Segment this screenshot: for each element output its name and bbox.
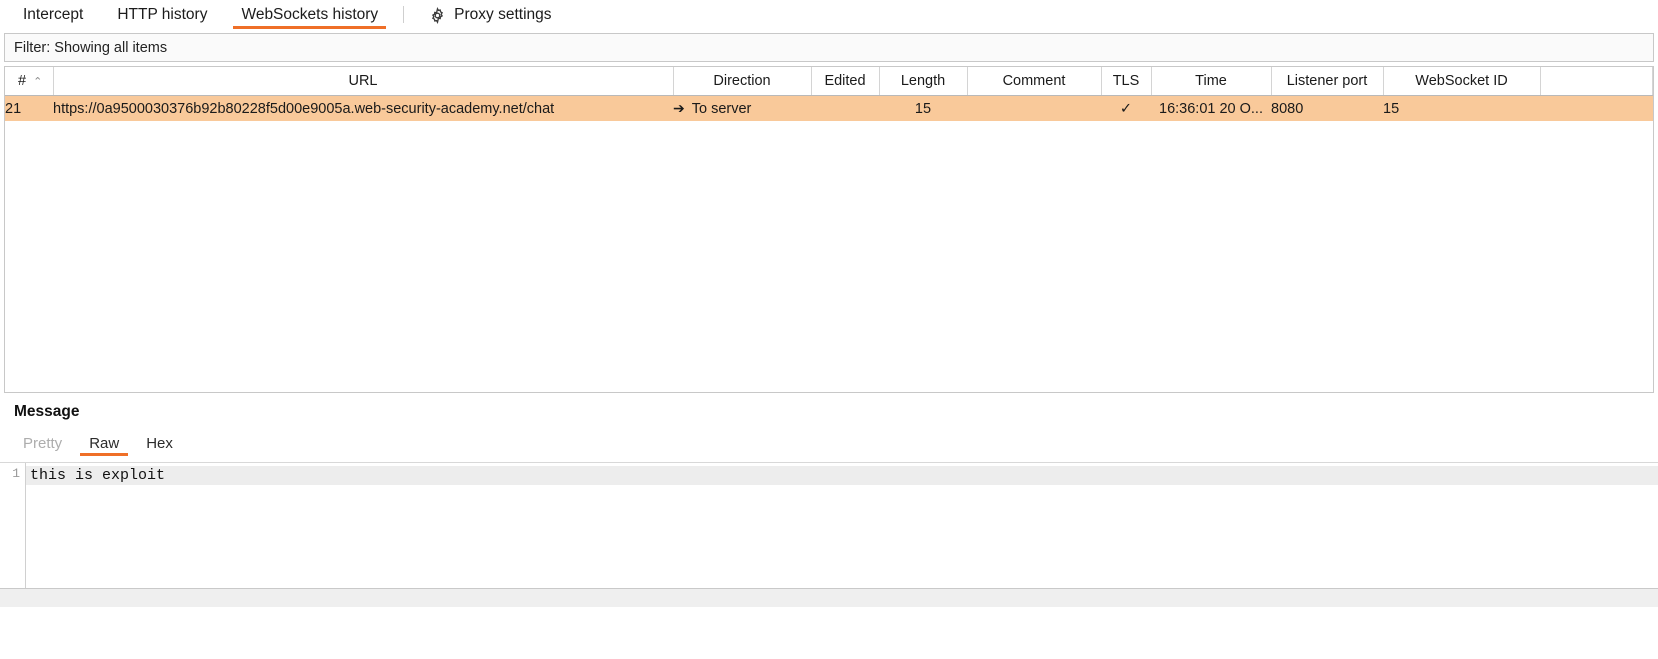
sort-ascending-icon: ⌃ [33, 75, 43, 88]
filter-bar[interactable]: Filter: Showing all items [4, 33, 1654, 62]
cell-direction: ➔ To server [673, 95, 811, 121]
column-header-number-label: # [18, 73, 27, 89]
tab-hex[interactable]: Hex [137, 435, 182, 456]
message-view-tabs: Pretty Raw Hex [14, 432, 1658, 456]
cell-comment [967, 95, 1101, 121]
cell-number: 21 [5, 95, 53, 121]
cell-direction-label: To server [691, 101, 752, 117]
cell-edited [811, 95, 879, 121]
message-panel-title: Message [14, 403, 80, 420]
editor-line-1[interactable]: this is exploit [26, 466, 1658, 485]
tab-websockets-history-label: WebSockets history [241, 6, 379, 23]
column-header-direction[interactable]: Direction [673, 67, 812, 96]
tab-pretty[interactable]: Pretty [14, 435, 71, 456]
column-header-websocket-id[interactable]: WebSocket ID [1383, 67, 1541, 96]
editor-content-area[interactable]: this is exploit [26, 463, 1658, 607]
cell-tls: ✓ [1101, 95, 1151, 121]
column-header-tls[interactable]: TLS [1101, 67, 1152, 96]
filter-bar-label: Filter: Showing all items [14, 39, 168, 56]
gear-icon [429, 6, 446, 24]
proxy-settings-label: Proxy settings [454, 6, 552, 23]
proxy-settings-button[interactable]: Proxy settings [412, 0, 568, 30]
message-panel: Message Pretty Raw Hex 1 this is exploit [0, 403, 1658, 607]
column-header-edited[interactable]: Edited [811, 67, 880, 96]
cell-length: 15 [879, 95, 967, 121]
column-header-comment[interactable]: Comment [967, 67, 1102, 96]
arrow-right-icon: ➔ [673, 100, 685, 116]
column-header-listener-port[interactable]: Listener port [1271, 67, 1384, 96]
tab-hex-label: Hex [146, 435, 173, 452]
cell-websocket-id: 15 [1383, 95, 1540, 121]
toolbar-divider [403, 6, 405, 23]
column-header-time[interactable]: Time [1151, 67, 1272, 96]
tab-websockets-history[interactable]: WebSockets history [224, 0, 395, 30]
line-number: 1 [12, 466, 20, 481]
tab-raw-label: Raw [89, 435, 120, 452]
table-row[interactable]: 21 https://0a9500030376b92b80228f5d00e90… [5, 95, 1653, 121]
tab-pretty-label: Pretty [23, 435, 63, 452]
column-header-number[interactable]: # ⌃ [5, 67, 54, 96]
tab-intercept[interactable]: Intercept [6, 0, 100, 30]
tab-http-history[interactable]: HTTP history [100, 0, 224, 30]
cell-filler [1540, 95, 1653, 121]
message-editor[interactable]: 1 this is exploit [0, 462, 1658, 607]
editor-status-strip [0, 589, 1658, 607]
tab-http-history-label: HTTP history [117, 6, 208, 23]
column-header-url[interactable]: URL [53, 67, 674, 96]
cell-listener-port: 8080 [1271, 95, 1383, 121]
websockets-history-table: # ⌃ URL Direction Edited Length Comment T… [5, 67, 1653, 121]
proxy-tab-bar: Intercept HTTP history WebSockets histor… [0, 0, 1658, 30]
tab-raw[interactable]: Raw [80, 435, 129, 456]
tab-intercept-label: Intercept [23, 6, 84, 23]
column-header-filler [1540, 67, 1653, 96]
cell-time: 16:36:01 20 O... [1151, 95, 1271, 121]
column-header-length[interactable]: Length [879, 67, 968, 96]
table-header-row: # ⌃ URL Direction Edited Length Comment T… [5, 67, 1653, 96]
editor-line-number-gutter: 1 [0, 463, 26, 607]
websockets-history-table-panel: # ⌃ URL Direction Edited Length Comment T… [4, 66, 1654, 393]
cell-url: https://0a9500030376b92b80228f5d00e9005a… [53, 95, 673, 121]
